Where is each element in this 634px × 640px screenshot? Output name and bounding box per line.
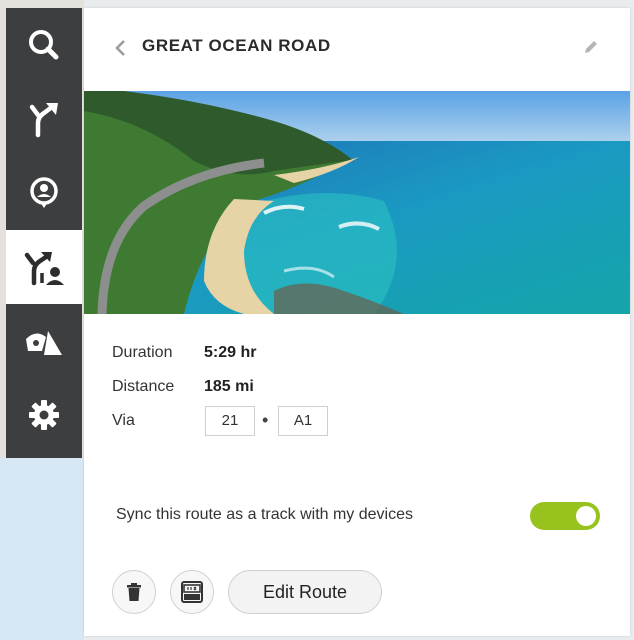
via-separator: • bbox=[262, 410, 269, 430]
gpx-export-button[interactable] bbox=[170, 570, 214, 614]
duration-label: Duration bbox=[112, 344, 173, 361]
trash-icon bbox=[127, 583, 141, 601]
map-layers-icon bbox=[26, 331, 62, 355]
sidebar-item-settings[interactable] bbox=[6, 378, 82, 452]
sidebar-item-directions[interactable] bbox=[6, 82, 82, 156]
edit-route-button[interactable]: Edit Route bbox=[228, 570, 382, 614]
gpx-file-icon bbox=[181, 581, 203, 603]
sidebar-item-places[interactable] bbox=[6, 156, 82, 230]
route-photo bbox=[84, 91, 630, 314]
my-routes-icon bbox=[24, 252, 64, 286]
chevron-left-icon bbox=[115, 40, 125, 56]
place-icon bbox=[30, 177, 58, 208]
rename-route-button[interactable] bbox=[580, 36, 602, 58]
sync-toggle[interactable] bbox=[530, 502, 600, 530]
delete-route-button[interactable] bbox=[112, 570, 156, 614]
via-road-badge: 21 bbox=[205, 406, 255, 436]
back-button[interactable] bbox=[110, 36, 130, 60]
coastline-photo bbox=[84, 91, 630, 314]
distance-row: Distance 185 mi bbox=[112, 378, 254, 396]
distance-label: Distance bbox=[112, 378, 175, 395]
distance-value: 185 mi bbox=[204, 378, 254, 395]
via-label: Via bbox=[112, 412, 135, 429]
toggle-knob bbox=[576, 506, 596, 526]
directions-icon bbox=[29, 103, 58, 138]
pencil-icon bbox=[585, 41, 597, 53]
gear-icon bbox=[29, 400, 59, 430]
sync-label: Sync this route as a track with my devic… bbox=[116, 506, 413, 523]
panel-header: GREAT OCEAN ROAD bbox=[84, 8, 630, 90]
via-road-badge: A1 bbox=[278, 406, 328, 436]
duration-row: Duration 5:29 hr bbox=[112, 344, 256, 362]
sidebar-item-my-routes[interactable] bbox=[6, 230, 82, 304]
route-detail-panel: GREAT OCEAN ROAD Duration 5:29 hr Distan… bbox=[84, 8, 630, 636]
via-row: Via 21 • A1 bbox=[112, 406, 412, 436]
duration-value: 5:29 hr bbox=[204, 344, 257, 361]
search-icon bbox=[29, 30, 59, 60]
sidebar-item-search[interactable] bbox=[6, 8, 82, 82]
route-title: GREAT OCEAN ROAD bbox=[142, 36, 331, 55]
sidebar-item-map-layers[interactable] bbox=[6, 304, 82, 378]
sidebar bbox=[6, 8, 82, 458]
